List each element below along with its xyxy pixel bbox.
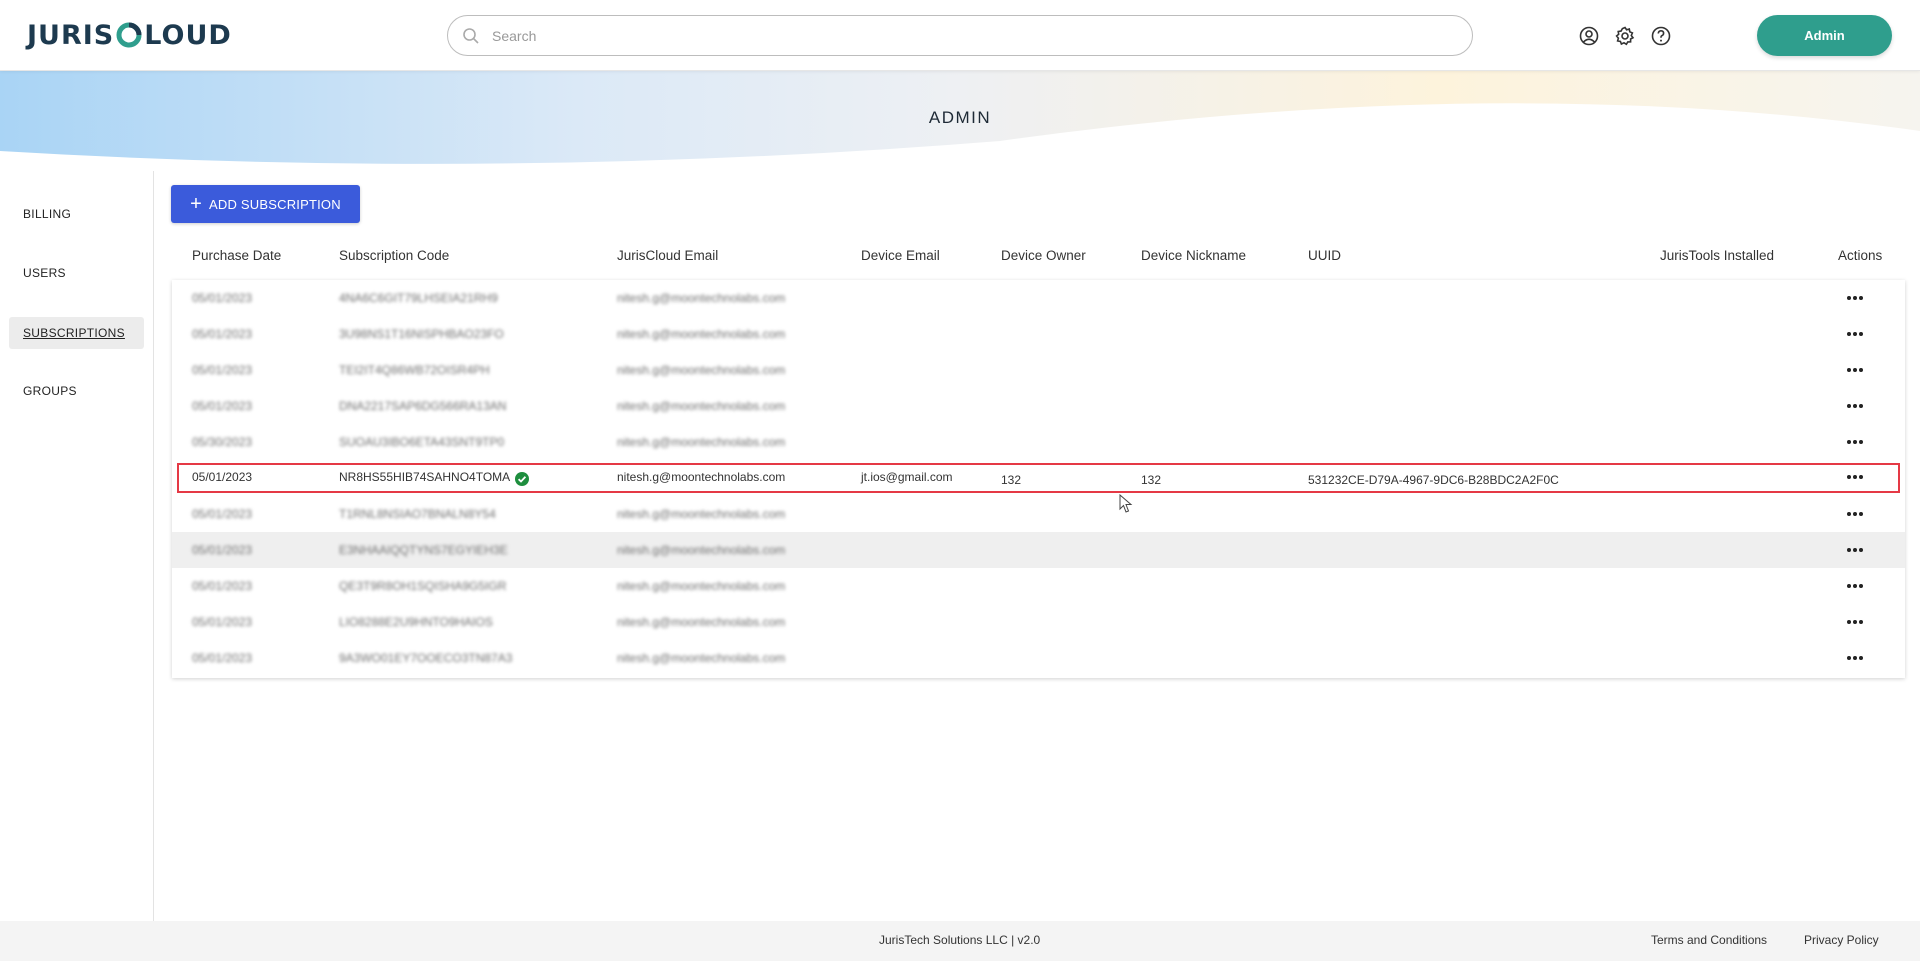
logo-text-left: JURIS bbox=[27, 19, 115, 51]
juriscloud-email-cell: nitesh.g@moontechnolabs.com bbox=[617, 579, 786, 593]
sidebar: BILLING USERS SUBSCRIPTIONS GROUPS bbox=[0, 171, 154, 921]
device-nickname-cell: 132 bbox=[1141, 473, 1162, 487]
juriscloud-email-cell: nitesh.g@moontechnolabs.com bbox=[617, 291, 786, 305]
subscription-code-cell: DNA2217SAP6DG566RA13AN bbox=[339, 399, 507, 413]
table-row[interactable]: 05/01/2023 NR8HS55HIB74SAHNO4TOMA nitesh.g… bbox=[172, 460, 1905, 496]
device-email-cell: jt.ios@gmail.com bbox=[861, 470, 953, 484]
more-actions-icon[interactable] bbox=[1846, 331, 1864, 337]
juriscloud-email-cell: nitesh.g@moontechnolabs.com bbox=[617, 507, 786, 521]
device-owner-cell: 132 bbox=[1001, 473, 1022, 487]
cloud-logo-icon bbox=[116, 22, 142, 48]
purchase-date-cell: 05/30/2023 bbox=[192, 435, 253, 449]
admin-button[interactable]: Admin bbox=[1757, 15, 1892, 56]
table-row[interactable]: 05/01/2023 9A3WO01EY7OOECO3TN87A3 nitesh.g… bbox=[172, 640, 1905, 676]
terms-link[interactable]: Terms and Conditions bbox=[1651, 933, 1767, 947]
sidebar-item-groups[interactable]: GROUPS bbox=[9, 375, 144, 407]
purchase-date-cell: 05/01/2023 bbox=[192, 327, 253, 341]
column-header-device-email[interactable]: Device Email bbox=[861, 248, 940, 263]
juriscloud-email-cell: nitesh.g@moontechnolabs.com bbox=[617, 399, 786, 413]
more-actions-icon[interactable] bbox=[1846, 439, 1864, 445]
table-row[interactable]: 05/01/2023 DNA2217SAP6DG566RA13AN nitesh.g… bbox=[172, 388, 1905, 424]
column-header-purchase-date[interactable]: Purchase Date bbox=[192, 248, 281, 263]
sidebar-item-users[interactable]: USERS bbox=[9, 257, 144, 289]
add-subscription-button[interactable]: + ADD SUBSCRIPTION bbox=[171, 185, 360, 223]
top-bar: JURIS LOUD Admin bbox=[0, 0, 1920, 71]
subscription-code-cell: LIO8288E2U9HNTO9HAIOS bbox=[339, 615, 493, 629]
table-row[interactable]: 05/01/2023 T1RNL8NSIAO7BNALN8Y54 nitesh.g@… bbox=[172, 496, 1905, 532]
more-actions-icon[interactable] bbox=[1846, 403, 1864, 409]
more-actions-icon[interactable] bbox=[1846, 619, 1864, 625]
column-header-subscription-code[interactable]: Subscription Code bbox=[339, 248, 449, 263]
logo-text-right: LOUD bbox=[144, 19, 232, 51]
purchase-date-cell: 05/01/2023 bbox=[192, 399, 253, 413]
table-row[interactable]: 05/01/2023 4NA6C6GIT79LHSEIA21RH9 nitesh.g… bbox=[172, 280, 1905, 316]
juriscloud-email-cell: nitesh.g@moontechnolabs.com bbox=[617, 543, 786, 557]
search-input[interactable] bbox=[492, 27, 1392, 44]
search-bar[interactable] bbox=[447, 15, 1473, 56]
verified-check-wrap bbox=[510, 471, 529, 489]
mouse-cursor-icon bbox=[1119, 494, 1133, 513]
more-actions-icon[interactable] bbox=[1846, 655, 1864, 661]
uuid-cell: 531232CE-D79A-4967-9DC6-B28BDC2A2F0C bbox=[1308, 473, 1559, 487]
subscription-code-cell: 3U98NS1T16NISPHBAO23FO bbox=[339, 327, 504, 341]
add-subscription-label: ADD SUBSCRIPTION bbox=[209, 196, 341, 212]
column-header-juristools-installed[interactable]: JurisTools Installed bbox=[1660, 248, 1774, 263]
purchase-date-cell: 05/01/2023 bbox=[192, 579, 253, 593]
table-row[interactable]: 05/01/2023 TEI2IT4Q86WB72OISR4PH nitesh.g@… bbox=[172, 352, 1905, 388]
column-header-device-nickname[interactable]: Device Nickname bbox=[1141, 248, 1246, 263]
column-header-actions: Actions bbox=[1838, 248, 1883, 263]
privacy-link[interactable]: Privacy Policy bbox=[1804, 933, 1879, 947]
page-title: ADMIN bbox=[928, 108, 992, 127]
more-actions-icon[interactable] bbox=[1846, 511, 1864, 517]
subscription-code-cell: SUOAU3IBO6ETA43SNT9TP0 bbox=[339, 435, 505, 449]
table-row[interactable]: 05/01/2023 E3NHAAIQQTYNS7EGYIEH3E nitesh.g… bbox=[172, 532, 1905, 568]
column-header-device-owner[interactable]: Device Owner bbox=[1001, 248, 1086, 263]
sidebar-item-subscriptions[interactable]: SUBSCRIPTIONS bbox=[9, 317, 144, 349]
account-icon[interactable] bbox=[1578, 25, 1600, 47]
purchase-date-cell: 05/01/2023 bbox=[192, 543, 253, 557]
purchase-date-cell: 05/01/2023 bbox=[192, 363, 253, 377]
juriscloud-email-cell: nitesh.g@moontechnolabs.com bbox=[617, 363, 786, 377]
sidebar-item-billing[interactable]: BILLING bbox=[9, 198, 144, 230]
subscription-code-cell: T1RNL8NSIAO7BNALN8Y54 bbox=[339, 507, 496, 521]
footer-company: JurisTech Solutions LLC | v2.0 bbox=[879, 933, 1041, 947]
juriscloud-email-cell: nitesh.g@moontechnolabs.com bbox=[617, 435, 786, 449]
subscription-code-cell: NR8HS55HIB74SAHNO4TOMA bbox=[339, 470, 511, 484]
verified-check-icon bbox=[515, 472, 529, 486]
more-actions-icon[interactable] bbox=[1846, 547, 1864, 553]
subscription-code-cell: 9A3WO01EY7OOECO3TN87A3 bbox=[339, 651, 513, 665]
purchase-date-cell: 05/01/2023 bbox=[192, 651, 253, 665]
subscription-code-cell: E3NHAAIQQTYNS7EGYIEH3E bbox=[339, 543, 508, 557]
purchase-date-cell: 05/01/2023 bbox=[192, 470, 253, 484]
more-actions-icon[interactable] bbox=[1846, 367, 1864, 373]
column-header-uuid[interactable]: UUID bbox=[1308, 248, 1341, 263]
search-icon bbox=[463, 27, 479, 44]
juriscloud-email-cell: nitesh.g@moontechnolabs.com bbox=[617, 470, 786, 484]
jeriscloud-logo[interactable]: JURIS LOUD bbox=[27, 19, 232, 51]
juriscloud-email-cell: nitesh.g@moontechnolabs.com bbox=[617, 615, 786, 629]
purchase-date-cell: 05/01/2023 bbox=[192, 507, 253, 521]
juriscloud-email-cell: nitesh.g@moontechnolabs.com bbox=[617, 327, 786, 341]
gear-icon[interactable] bbox=[1614, 25, 1636, 47]
table-row[interactable]: 05/30/2023 SUOAU3IBO6ETA43SNT9TP0 nitesh.g… bbox=[172, 424, 1905, 460]
juriscloud-email-cell: nitesh.g@moontechnolabs.com bbox=[617, 651, 786, 665]
more-actions-icon[interactable] bbox=[1846, 474, 1864, 480]
table-row[interactable]: 05/01/2023 QE3T9R8OH1SQISHA9G5IGR nitesh.g… bbox=[172, 568, 1905, 604]
purchase-date-cell: 05/01/2023 bbox=[192, 615, 253, 629]
subscription-code-cell: 4NA6C6GIT79LHSEIA21RH9 bbox=[339, 291, 498, 305]
column-header-juriscloud-email[interactable]: JurisCloud Email bbox=[617, 248, 718, 263]
subscription-code-cell: QE3T9R8OH1SQISHA9G5IGR bbox=[339, 579, 507, 593]
purchase-date-cell: 05/01/2023 bbox=[192, 291, 253, 305]
subscription-code-cell: TEI2IT4Q86WB72OISR4PH bbox=[339, 363, 490, 377]
plus-icon: + bbox=[190, 193, 203, 215]
table-row[interactable]: 05/01/2023 LIO8288E2U9HNTO9HAIOS nitesh.g@… bbox=[172, 604, 1905, 640]
table-row[interactable]: 05/01/2023 3U98NS1T16NISPHBAO23FO nitesh.g… bbox=[172, 316, 1905, 352]
help-icon[interactable] bbox=[1650, 25, 1672, 47]
more-actions-icon[interactable] bbox=[1846, 583, 1864, 589]
more-actions-icon[interactable] bbox=[1846, 295, 1864, 301]
